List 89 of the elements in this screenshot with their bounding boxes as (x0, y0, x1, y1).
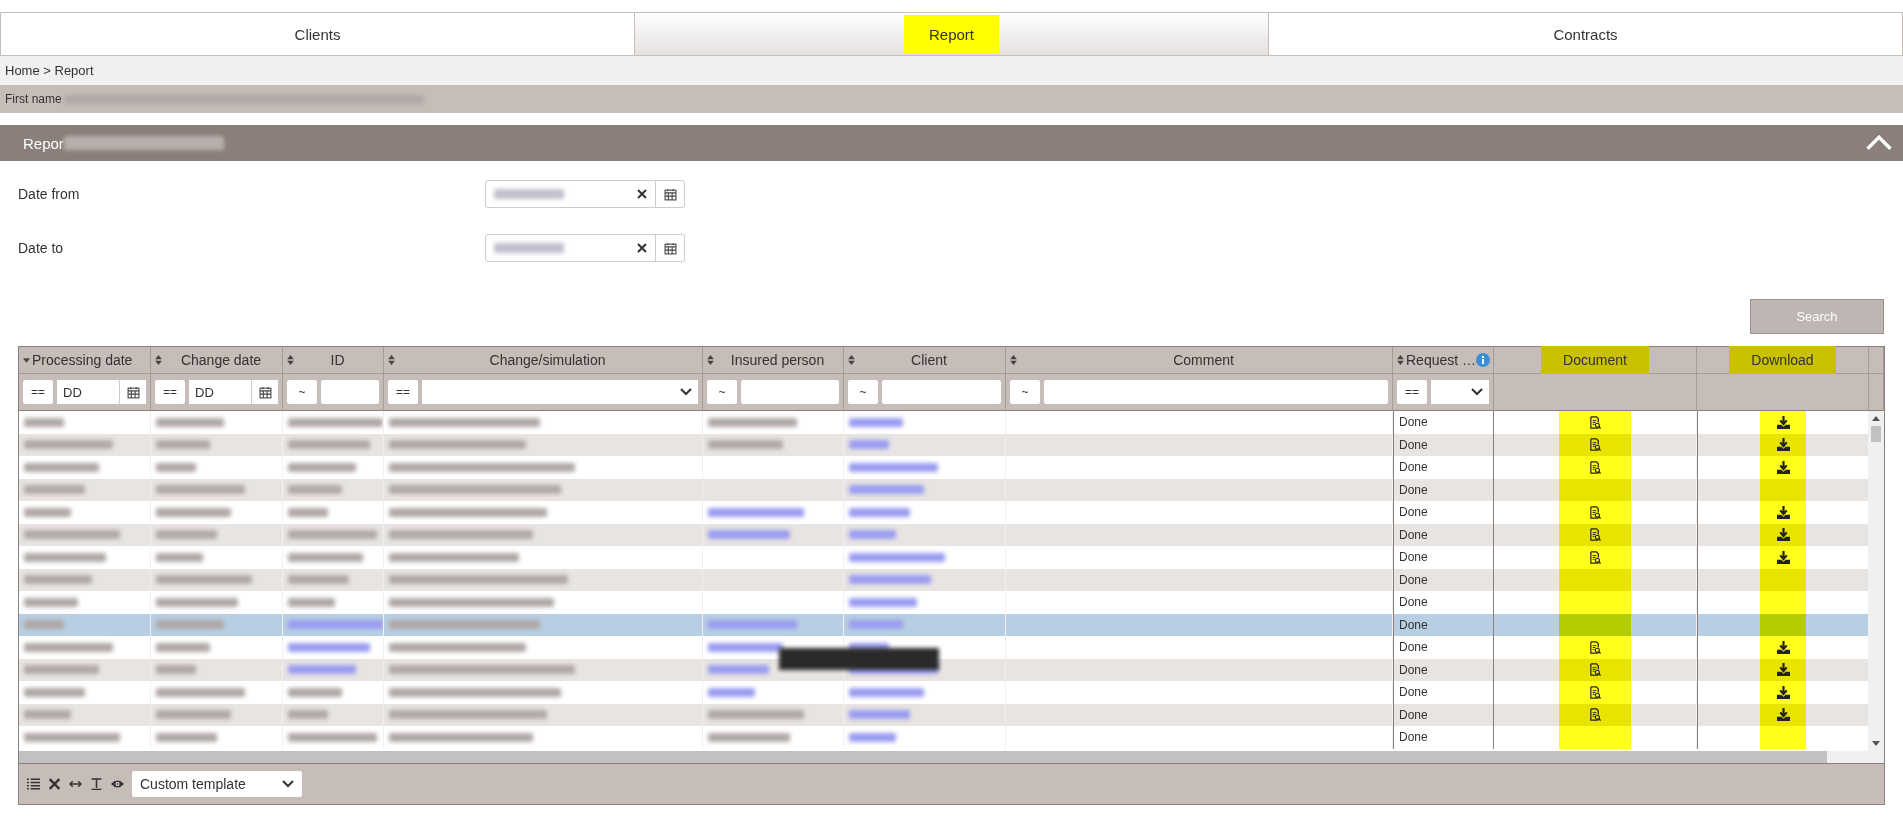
date-field[interactable] (485, 180, 685, 208)
filter-dropdown[interactable] (1431, 380, 1489, 404)
caret-icon (1471, 388, 1483, 396)
calendar-icon[interactable] (663, 187, 677, 201)
field-label: Date from (18, 186, 81, 202)
operator-field[interactable]: == (1397, 380, 1427, 404)
filter-field[interactable] (741, 380, 839, 404)
table-cell: Done (1399, 460, 1428, 475)
table-cell: Done (1399, 527, 1428, 542)
scroll-up-icon[interactable] (1872, 416, 1880, 421)
operator-field[interactable]: ~ (707, 380, 737, 404)
filter-field[interactable] (1044, 380, 1388, 404)
filter-field[interactable] (321, 380, 379, 404)
download-icon[interactable] (1776, 550, 1790, 564)
sort-icon (1010, 355, 1017, 365)
caret-icon (282, 780, 294, 788)
filter-field[interactable] (882, 380, 1001, 404)
sort-down-icon (23, 355, 30, 365)
table-cell: Done (1399, 707, 1428, 722)
table-cell: Done (1399, 662, 1428, 677)
redacted-text (494, 243, 564, 253)
download-icon[interactable] (1776, 415, 1790, 429)
download-icon[interactable] (1776, 685, 1790, 699)
operator-field[interactable]: == (155, 380, 185, 404)
collapse-icon[interactable] (1865, 135, 1893, 151)
date-field[interactable] (485, 234, 685, 262)
download-icon[interactable] (1776, 708, 1790, 722)
date-filter-field[interactable]: DD (189, 380, 278, 404)
table-cell: Done (1399, 482, 1428, 497)
calendar-icon[interactable] (258, 385, 272, 399)
table-cell: Done (1399, 437, 1428, 452)
table-cell: Done (1399, 572, 1428, 587)
sort-icon (1397, 355, 1404, 365)
document-search-icon[interactable] (1588, 460, 1602, 474)
table-cell: Done (1399, 505, 1428, 520)
download-icon[interactable] (1776, 528, 1790, 542)
operator-field[interactable]: == (388, 380, 418, 404)
sort-icon (155, 355, 162, 365)
resize-icon[interactable] (69, 778, 82, 790)
panel-title: Repor (23, 134, 64, 152)
download-icon[interactable] (1776, 663, 1790, 677)
caret-icon (680, 388, 692, 396)
calendar-icon[interactable] (663, 241, 677, 255)
document-search-icon[interactable] (1588, 708, 1602, 722)
client-info-label: First name (5, 92, 62, 106)
download-icon[interactable] (1776, 460, 1790, 474)
clear-icon[interactable] (637, 243, 647, 253)
operator-field[interactable]: == (23, 380, 53, 404)
document-search-icon[interactable] (1588, 528, 1602, 542)
document-search-icon[interactable] (1588, 663, 1602, 677)
document-search-icon[interactable] (1588, 640, 1602, 654)
operator-field[interactable]: ~ (1010, 380, 1040, 404)
download-icon[interactable] (1776, 505, 1790, 519)
operator-field[interactable]: ~ (848, 380, 878, 404)
table-cell: Done (1399, 415, 1428, 430)
scroll-thumb[interactable] (1871, 426, 1881, 442)
info-icon[interactable] (1476, 353, 1491, 367)
calendar-icon[interactable] (126, 385, 140, 399)
document-search-icon[interactable] (1588, 415, 1602, 429)
sort-icon (707, 355, 714, 365)
operator-field[interactable]: ~ (287, 380, 317, 404)
table-cell: Done (1399, 595, 1428, 610)
date-filter-field[interactable]: DD (57, 380, 146, 404)
list-icon[interactable] (27, 778, 40, 790)
text-icon[interactable] (90, 778, 103, 790)
nav-tab[interactable]: Report (635, 13, 1269, 55)
table-cell: Done (1399, 730, 1428, 745)
close-icon[interactable] (48, 778, 61, 790)
download-icon[interactable] (1776, 640, 1790, 654)
document-search-icon[interactable] (1588, 685, 1602, 699)
redacted-text (494, 189, 564, 199)
document-search-icon[interactable] (1588, 438, 1602, 452)
download-icon[interactable] (1776, 438, 1790, 452)
sort-icon (848, 355, 855, 365)
clear-icon[interactable] (637, 189, 647, 199)
table-cell: Done (1399, 685, 1428, 700)
table-cell: Done (1399, 640, 1428, 655)
document-search-icon[interactable] (1588, 550, 1602, 564)
table-cell: Done (1399, 617, 1428, 632)
template-dropdown[interactable]: Custom template (132, 771, 302, 797)
sort-icon (388, 355, 395, 365)
scroll-down-icon[interactable] (1872, 741, 1880, 746)
breadcrumb: Home > Report (5, 63, 94, 78)
document-search-icon[interactable] (1588, 505, 1602, 519)
vertical-scrollbar[interactable] (1868, 411, 1884, 751)
eye-icon[interactable] (111, 778, 124, 790)
field-label: Date to (18, 240, 65, 256)
table-cell: Done (1399, 550, 1428, 565)
sort-icon (287, 355, 294, 365)
